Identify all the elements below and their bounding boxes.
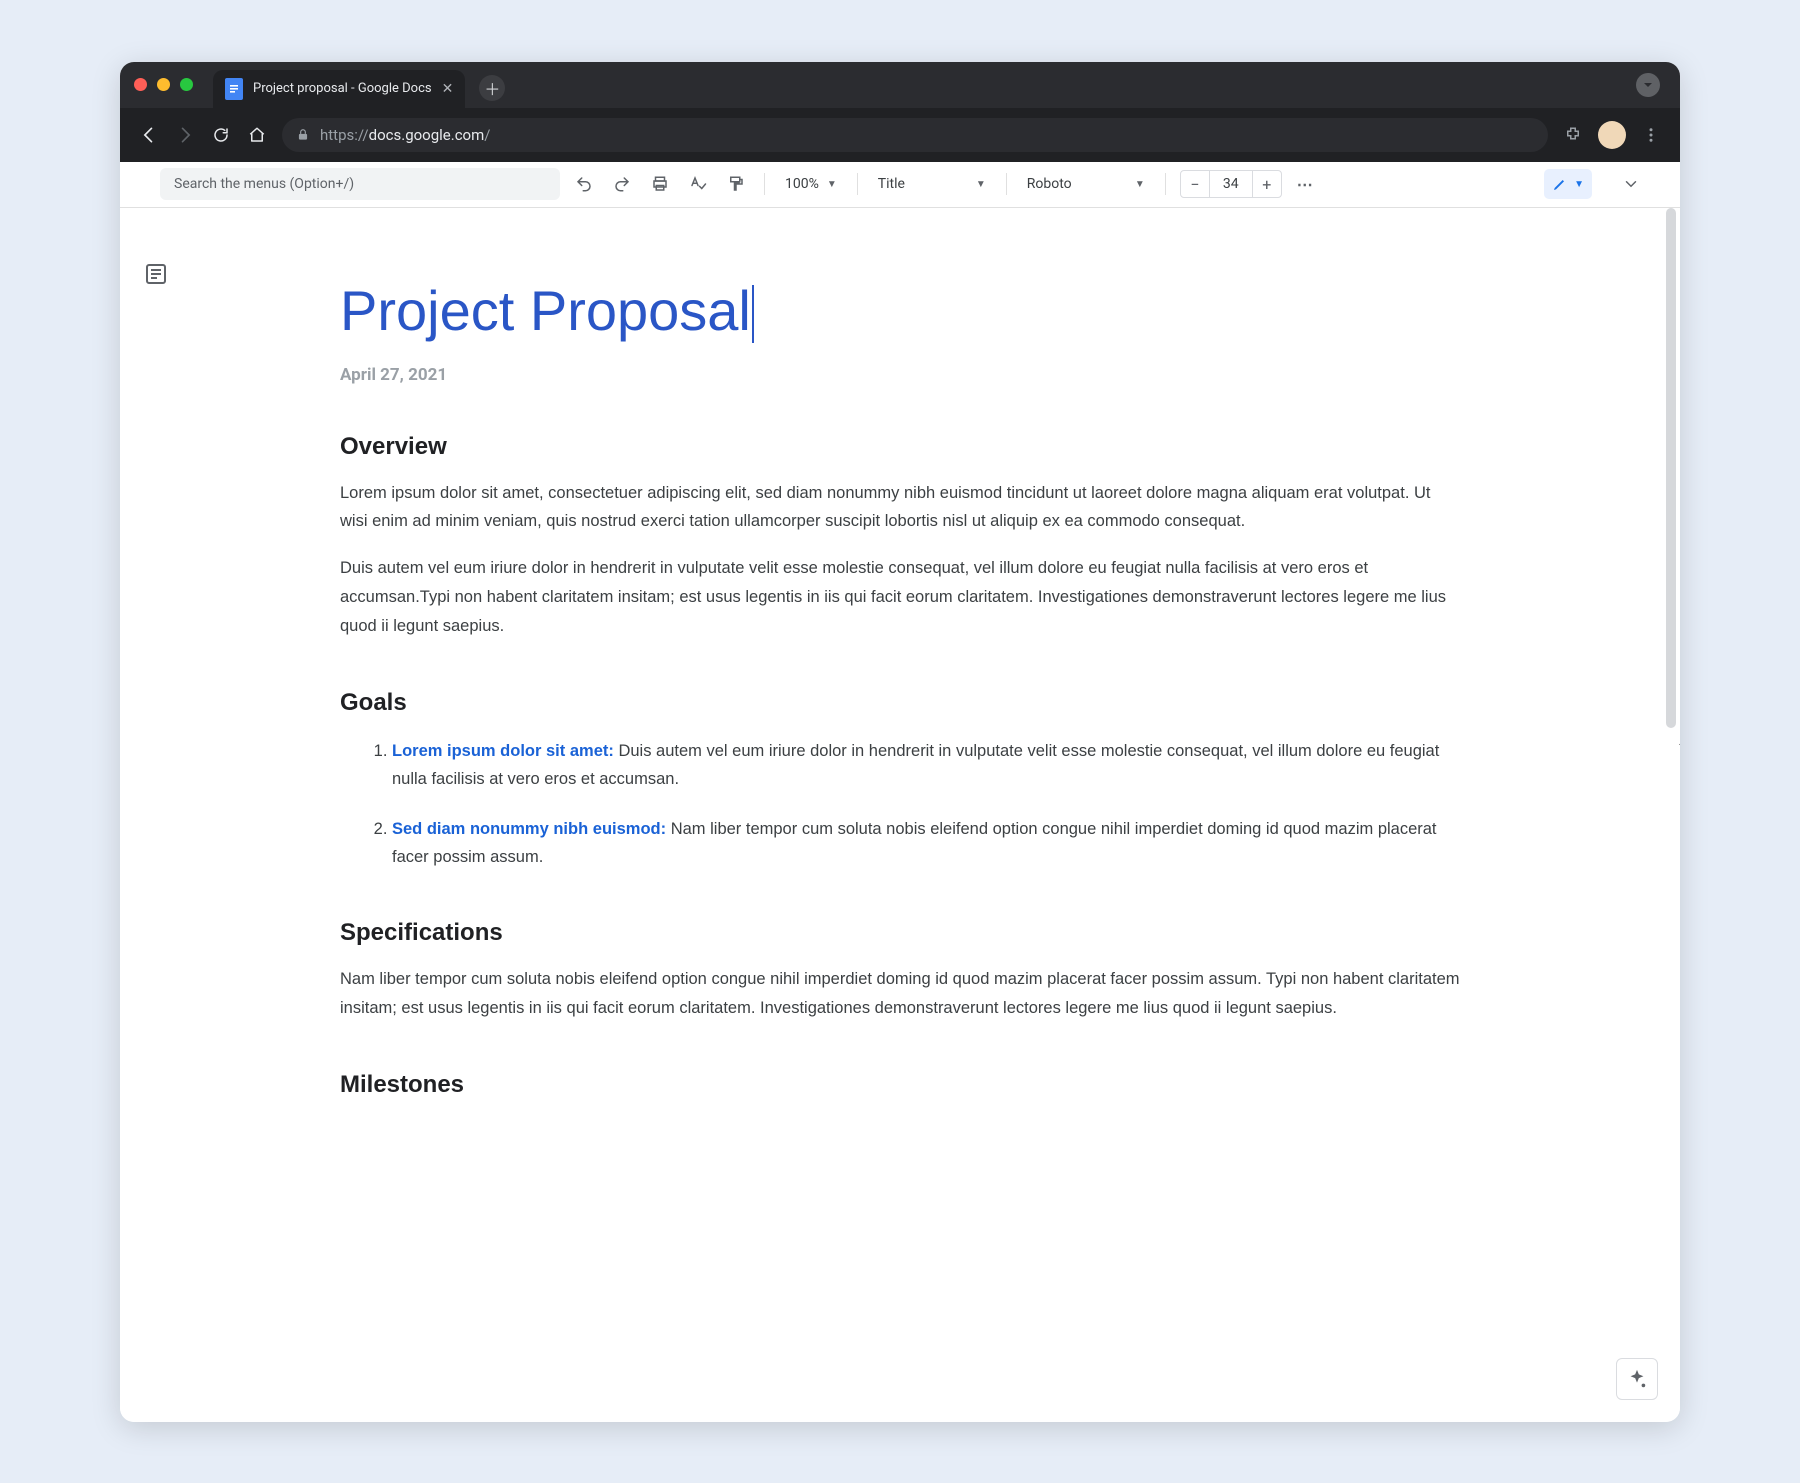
address-bar[interactable]: https://docs.google.com/ (282, 118, 1548, 152)
tab-strip: Project proposal - Google Docs ✕ ＋ (120, 62, 1680, 108)
document-outline-button[interactable] (144, 262, 172, 290)
document-date: April 27, 2021 (340, 365, 1460, 385)
docs-toolbar: Search the menus (Option+/) 100% ▼ Title… (120, 162, 1680, 208)
print-button[interactable] (646, 170, 674, 198)
more-tools-button[interactable]: ⋯ (1292, 170, 1320, 198)
spellcheck-button[interactable] (684, 170, 712, 198)
chevron-down-icon: ▼ (1135, 179, 1145, 190)
window-zoom-button[interactable] (180, 78, 193, 91)
toolbar-separator (857, 173, 858, 195)
font-size-value[interactable]: 34 (1209, 171, 1253, 197)
new-tab-button[interactable]: ＋ (479, 75, 505, 101)
redo-button[interactable] (608, 170, 636, 198)
collapse-toolbar-button[interactable] (1622, 175, 1640, 193)
reload-button[interactable] (210, 124, 232, 146)
window-minimize-button[interactable] (157, 78, 170, 91)
browser-menu-button[interactable] (1640, 124, 1662, 146)
heading-overview: Overview (340, 433, 1460, 461)
tab-title: Project proposal - Google Docs (253, 81, 432, 96)
goal-item-2: Sed diam nonummy nibh euismod: Nam liber… (392, 815, 1460, 871)
pencil-icon (1552, 176, 1568, 192)
goal-2-lead: Sed diam nonummy nibh euismod: (392, 820, 666, 838)
chevron-down-icon: ▼ (976, 179, 986, 190)
browser-tab[interactable]: Project proposal - Google Docs ✕ (213, 70, 465, 108)
user-avatar[interactable] (1598, 121, 1626, 149)
tab-close-icon[interactable]: ✕ (442, 81, 454, 97)
url-text: https://docs.google.com/ (320, 126, 490, 144)
paragraph-style-value: Title (878, 176, 905, 192)
paint-format-button[interactable] (722, 170, 750, 198)
toolbar-separator (764, 173, 765, 195)
heading-goals: Goals (340, 689, 1460, 717)
vertical-scrollbar[interactable] (1666, 208, 1676, 728)
paragraph-style-dropdown[interactable]: Title ▼ (872, 176, 992, 192)
font-size-control: − 34 + (1180, 170, 1282, 198)
lock-icon (296, 128, 310, 142)
window-controls (134, 78, 213, 91)
search-menus-input[interactable]: Search the menus (Option+/) (160, 168, 560, 200)
search-menus-placeholder: Search the menus (Option+/) (174, 176, 354, 192)
zoom-dropdown[interactable]: 100% ▼ (779, 176, 843, 192)
goals-list: Lorem ipsum dolor sit amet: Duis autem v… (340, 737, 1460, 871)
goal-item-1: Lorem ipsum dolor sit amet: Duis autem v… (392, 737, 1460, 793)
profile-menu-icon[interactable] (1636, 73, 1660, 97)
document-area[interactable]: Project Proposal April 27, 2021 Overview… (120, 208, 1680, 1422)
heading-milestones: Milestones (340, 1071, 1460, 1099)
document-page[interactable]: Project Proposal April 27, 2021 Overview… (340, 208, 1460, 1099)
forward-button[interactable] (174, 124, 196, 146)
toolbar-separator (1165, 173, 1166, 195)
home-button[interactable] (246, 124, 268, 146)
explore-button[interactable] (1616, 1358, 1658, 1400)
zoom-value: 100% (785, 176, 819, 192)
back-button[interactable] (138, 124, 160, 146)
extensions-button[interactable] (1562, 124, 1584, 146)
url-toolbar: https://docs.google.com/ (120, 108, 1680, 162)
window-close-button[interactable] (134, 78, 147, 91)
document-title-line[interactable]: Project Proposal (340, 278, 1460, 343)
browser-window: Project proposal - Google Docs ✕ ＋ (120, 62, 1680, 1422)
font-size-decrease-button[interactable]: − (1181, 171, 1209, 197)
browser-chrome: Project proposal - Google Docs ✕ ＋ (120, 62, 1680, 162)
overview-paragraph-2: Duis autem vel eum iriure dolor in hendr… (340, 554, 1460, 641)
resize-cursor-icon: ↔ (1676, 732, 1680, 752)
editing-mode-button[interactable]: ▼ (1544, 169, 1592, 199)
font-family-value: Roboto (1027, 176, 1072, 192)
chevron-down-icon: ▼ (827, 179, 837, 190)
toolbar-separator (1006, 173, 1007, 195)
docs-favicon-icon (225, 78, 243, 100)
goal-1-lead: Lorem ipsum dolor sit amet: (392, 742, 614, 760)
chevron-down-icon: ▼ (1574, 179, 1584, 190)
font-family-dropdown[interactable]: Roboto ▼ (1021, 176, 1151, 192)
overview-paragraph-1: Lorem ipsum dolor sit amet, consectetuer… (340, 479, 1460, 537)
font-size-increase-button[interactable]: + (1253, 171, 1281, 197)
undo-button[interactable] (570, 170, 598, 198)
text-cursor (752, 285, 754, 343)
heading-specifications: Specifications (340, 919, 1460, 947)
specifications-paragraph: Nam liber tempor cum soluta nobis eleife… (340, 965, 1460, 1023)
document-title: Project Proposal (340, 278, 751, 343)
